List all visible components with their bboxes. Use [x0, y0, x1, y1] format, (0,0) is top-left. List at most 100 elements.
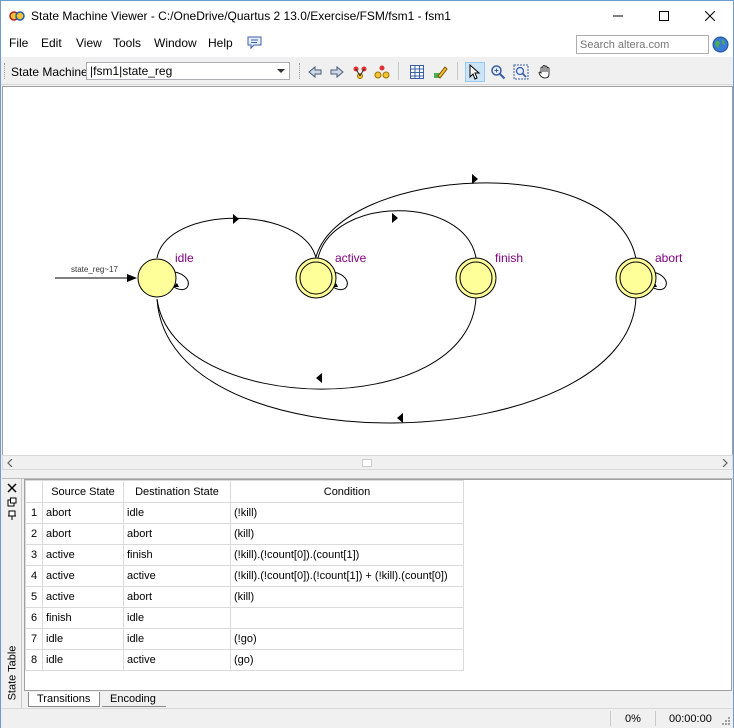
resize-grip-icon[interactable]: [720, 715, 731, 726]
menu-edit[interactable]: Edit: [41, 36, 62, 50]
menu-window[interactable]: Window: [154, 36, 197, 50]
state-active[interactable]: [295, 257, 337, 299]
destination-state-cell: active: [123, 565, 231, 587]
highlight-fanin-button[interactable]: [350, 62, 370, 82]
hand-tool-button[interactable]: [535, 62, 555, 82]
state-table-panel: State Table Source State Destination Sta…: [2, 478, 733, 708]
search-input[interactable]: [576, 35, 709, 54]
help-balloon-icon[interactable]: [247, 36, 262, 50]
condition-cell: (kill): [230, 523, 464, 545]
state-diagram-canvas[interactable]: state_reg~17 idle active finish abort: [2, 86, 733, 455]
destination-state-cell: finish: [123, 544, 231, 566]
pointer-icon: [469, 64, 481, 80]
destination-state-cell: active: [123, 649, 231, 671]
arrow-right-icon: [330, 65, 344, 79]
state-abort[interactable]: [615, 257, 657, 299]
table-row[interactable]: 7 idle idle (!go): [25, 628, 464, 650]
transition-active-abort: [315, 182, 637, 260]
menu-view[interactable]: View: [76, 36, 102, 50]
state-table-button[interactable]: [407, 62, 427, 82]
table-row[interactable]: 5 active abort (kill): [25, 586, 464, 608]
status-bar: 0% 00:00:00: [1, 708, 733, 728]
maximize-button[interactable]: [641, 1, 687, 31]
column-header-destination[interactable]: Destination State: [123, 480, 231, 503]
column-header-condition[interactable]: Condition: [230, 480, 464, 503]
transition-table: Source State Destination State Condition…: [25, 480, 464, 671]
toolbar: State Machine: |fsm1|state_reg: [1, 57, 733, 85]
scroll-right-icon[interactable]: [722, 459, 728, 467]
chevron-down-icon: [277, 69, 285, 73]
title-bar: State Machine Viewer - C:/OneDrive/Quart…: [1, 1, 733, 31]
selection-tool-button[interactable]: [465, 62, 485, 82]
hand-icon: [538, 65, 550, 79]
back-button[interactable]: [305, 62, 325, 82]
menu-help[interactable]: Help: [208, 36, 233, 50]
source-state-cell: abort: [42, 502, 124, 524]
arrowhead-active-finish: [392, 213, 398, 223]
highlight-fanout-button[interactable]: [372, 62, 392, 82]
float-panel-icon[interactable]: [7, 497, 17, 507]
row-number: 4: [25, 565, 43, 587]
zoom-in-button[interactable]: [488, 62, 508, 82]
source-state-cell: finish: [42, 607, 124, 629]
state-machine-app-icon: [9, 11, 25, 21]
source-state-cell: idle: [42, 628, 124, 650]
source-state-cell: active: [42, 586, 124, 608]
pencil-icon: [434, 66, 448, 79]
zoom-in-icon: [491, 65, 506, 80]
row-number: 2: [25, 523, 43, 545]
toolbar-grip[interactable]: [299, 63, 302, 79]
column-header-source[interactable]: Source State: [42, 480, 124, 503]
menu-file[interactable]: File: [9, 36, 28, 50]
table-row[interactable]: 6 finish idle: [25, 607, 464, 629]
arrowhead-finish-idle: [316, 373, 322, 383]
state-label-active: active: [335, 251, 367, 265]
scrollbar-thumb[interactable]: [362, 459, 372, 467]
state-machine-select[interactable]: |fsm1|state_reg: [86, 62, 290, 80]
row-number: 1: [25, 502, 43, 524]
row-number: 6: [25, 607, 43, 629]
condition-cell: (!kill).(!count[0]).(!count[1]) + (!kill…: [230, 565, 464, 587]
fanout-icon: [374, 65, 390, 79]
row-number: 5: [25, 586, 43, 608]
arrowhead-abort-idle: [397, 413, 403, 423]
close-panel-icon[interactable]: [7, 483, 17, 493]
pin-icon[interactable]: [7, 510, 17, 520]
state-label-idle: idle: [175, 251, 194, 265]
table-row[interactable]: 8 idle active (go): [25, 649, 464, 671]
tab-transitions[interactable]: Transitions: [28, 692, 100, 707]
table-row[interactable]: 4 active active (!kill).(!count[0]).(!co…: [25, 565, 464, 587]
toolbar-separator: [398, 62, 399, 80]
close-icon: [705, 11, 715, 21]
state-diagram: state_reg~17 idle active finish abort: [55, 174, 683, 424]
horizontal-scrollbar[interactable]: [2, 455, 733, 470]
menu-tools[interactable]: Tools: [113, 36, 141, 50]
table-icon: [410, 65, 424, 79]
arrowhead-active-abort: [472, 174, 478, 184]
scroll-left-icon[interactable]: [7, 459, 13, 467]
condition-cell: (go): [230, 649, 464, 671]
minimize-button[interactable]: [595, 1, 641, 31]
table-row[interactable]: 3 active finish (!kill).(!count[0]).(cou…: [25, 544, 464, 566]
toolbar-grip[interactable]: [4, 63, 7, 79]
condition-cell: (!kill).(!count[0]).(count[1]): [230, 544, 464, 566]
table-row[interactable]: 1 abort idle (!kill): [25, 502, 464, 524]
state-finish[interactable]: [455, 257, 497, 299]
condition-cell: (!go): [230, 628, 464, 650]
state-idle[interactable]: [137, 258, 177, 298]
elapsed-time: 00:00:00: [669, 713, 712, 725]
condition-cell: (!kill): [230, 502, 464, 524]
properties-button[interactable]: [430, 62, 450, 82]
zoom-fit-button[interactable]: [511, 62, 531, 82]
tab-encoding[interactable]: Encoding: [102, 692, 166, 707]
state-label-finish: finish: [495, 251, 523, 265]
minimize-icon: [613, 15, 623, 17]
transition-finish-idle: [156, 296, 477, 390]
table-row[interactable]: 2 abort abort (kill): [25, 523, 464, 545]
close-button[interactable]: [687, 1, 733, 31]
state-label-abort: abort: [655, 251, 683, 265]
destination-state-cell: idle: [123, 628, 231, 650]
globe-icon[interactable]: [712, 36, 729, 53]
status-separator: [655, 711, 656, 726]
forward-button[interactable]: [327, 62, 347, 82]
